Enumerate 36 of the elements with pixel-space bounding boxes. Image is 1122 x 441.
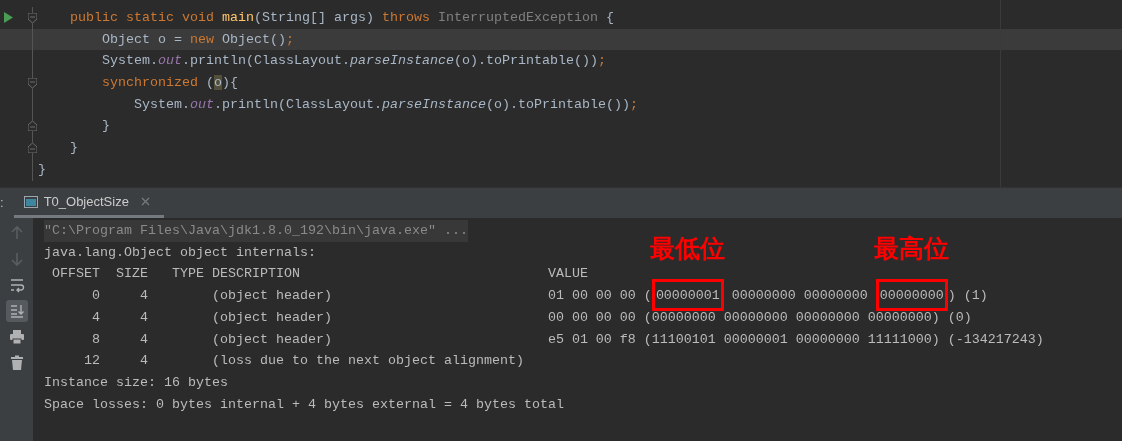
panel-label: : bbox=[0, 194, 5, 213]
code-line: System.out.println(ClassLayout.parseInstance(o).toPrintable()); bbox=[101, 52, 606, 71]
code-line: System.out.println(ClassLayout.parseInstance(o).toPrintable()); bbox=[132, 95, 638, 114]
trash-icon bbox=[8, 355, 25, 371]
console-text: ) (1) bbox=[947, 288, 988, 304]
console-line: Instance size: 16 bytes bbox=[44, 374, 228, 390]
soft-wrap-icon bbox=[8, 277, 25, 293]
console-line: OFFSET SIZE TYPE DESCRIPTION VALUE bbox=[51, 266, 588, 282]
scroll-to-end-button[interactable] bbox=[5, 300, 28, 322]
code-line: } bbox=[69, 139, 78, 158]
printer-icon bbox=[8, 329, 25, 345]
fold-icon[interactable] bbox=[28, 121, 37, 132]
run-icon[interactable] bbox=[4, 12, 13, 24]
code-line: synchronized (o){ bbox=[101, 74, 238, 93]
console-text: 00000000 00000000 bbox=[730, 288, 869, 304]
console-line: 12 4 (loss due to the next object alignment) bbox=[83, 353, 524, 369]
annotation-label: 最低位 bbox=[650, 236, 726, 262]
code-line: } bbox=[101, 117, 110, 136]
code-line: Object o = new Object(); bbox=[101, 30, 294, 49]
close-icon[interactable] bbox=[140, 197, 150, 206]
console-icon bbox=[23, 195, 38, 208]
arrow-down-icon bbox=[8, 251, 25, 267]
console-line: 8 4 (object header) e5 01 00 f8 (11100101 00000001 00000000 11111000) (-134217243) bbox=[91, 331, 1044, 347]
code-line: public static void main(String[] args) throws InterruptedException { bbox=[69, 9, 614, 27]
console-line: java.lang.Object object internals: bbox=[44, 244, 316, 260]
console-text: 0 4 (object header) 01 00 00 00 ( bbox=[91, 288, 652, 304]
annotation-label: 最高位 bbox=[874, 236, 950, 262]
fold-icon[interactable] bbox=[28, 77, 37, 88]
code-line: } bbox=[38, 160, 46, 179]
highlighted-bits: 00000001 bbox=[651, 279, 724, 311]
highlighted-bits: 00000000 bbox=[875, 279, 948, 311]
fold-icon[interactable] bbox=[28, 142, 37, 153]
fold-icon[interactable] bbox=[28, 12, 37, 23]
console-line: 4 4 (object header) 00 00 00 00 (00000000 00000000 00000000 00000000) (0) bbox=[91, 309, 972, 325]
console-line: Space losses: 0 bytes internal + 4 bytes external = 4 bytes total bbox=[44, 396, 564, 412]
scroll-to-end-icon bbox=[8, 303, 25, 319]
